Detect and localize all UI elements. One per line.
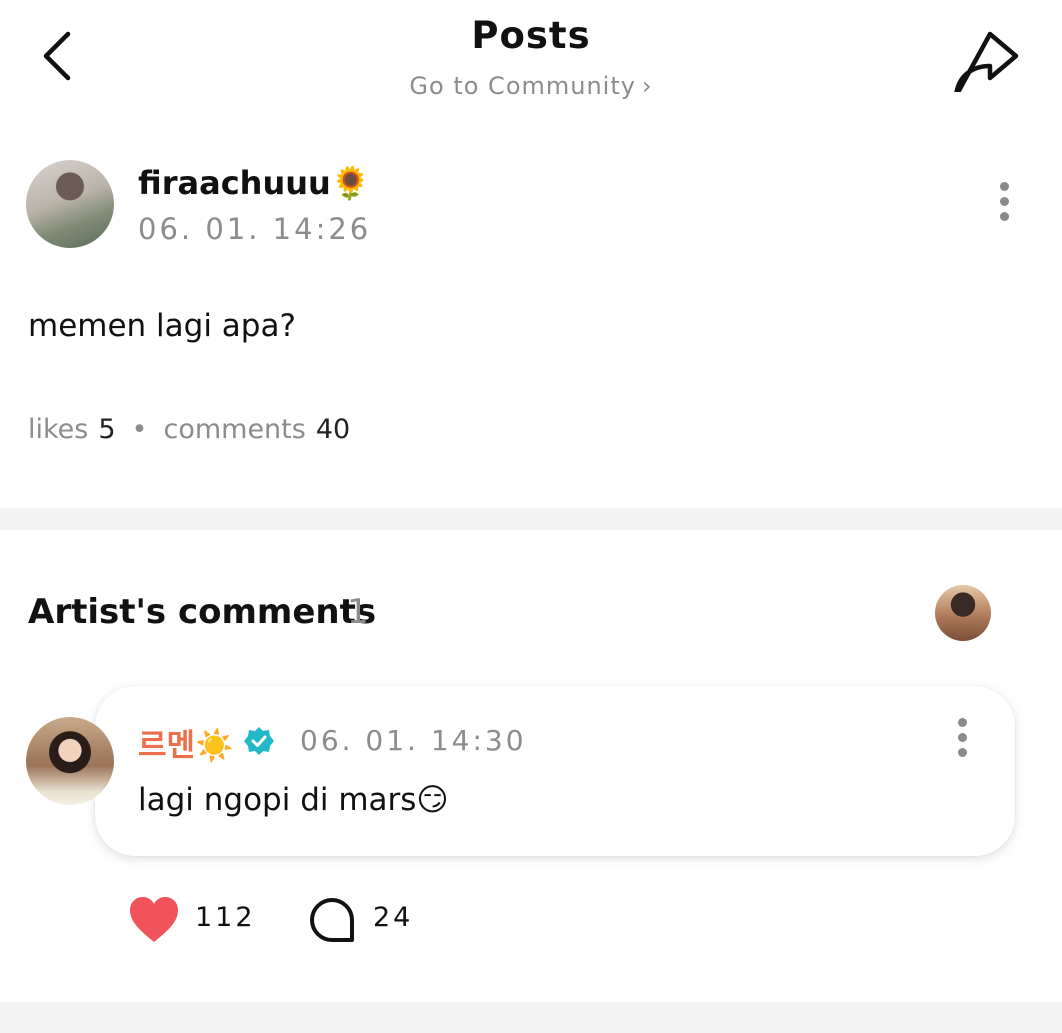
go-to-community-label: Go to Community: [409, 72, 636, 100]
share-arrow-icon: [953, 31, 1019, 99]
share-button[interactable]: [948, 22, 1024, 99]
artist-comments-heading: Artist's comments: [28, 592, 377, 632]
post-author-avatar[interactable]: [26, 160, 114, 248]
speech-bubble-icon: [310, 898, 354, 942]
section-divider: [0, 508, 1062, 530]
artist-comment-bubble: [95, 686, 1015, 856]
more-dot: [957, 748, 967, 757]
heart-icon: [130, 897, 178, 942]
reply-button[interactable]: [308, 896, 356, 944]
like-count: 112: [195, 902, 256, 933]
chevron-right-icon: ›: [641, 72, 653, 100]
artist-comment-avatar[interactable]: [26, 717, 114, 805]
artist-comments-count: 1: [347, 592, 369, 632]
more-dot: [999, 182, 1009, 191]
comments-label: comments: [163, 414, 306, 445]
reply-count: 24: [373, 902, 414, 933]
more-dot: [999, 197, 1009, 206]
artist-comment-timestamp: 06. 01. 14:30: [300, 724, 527, 757]
more-dot: [999, 212, 1009, 221]
post-body-text: memen lagi apa?: [28, 308, 296, 344]
post-timestamp: 06. 01. 14:26: [138, 212, 372, 246]
likes-label: likes: [28, 414, 89, 445]
artist-avatar-small[interactable]: [935, 585, 991, 641]
more-dot: [957, 733, 967, 742]
stats-separator: •: [131, 414, 148, 445]
artist-comment-text: lagi ngopi di mars😏: [138, 782, 449, 818]
top-bar: Posts Go to Community ›: [0, 0, 1062, 120]
post-more-options-button[interactable]: [989, 176, 1019, 236]
like-button[interactable]: [128, 895, 180, 945]
more-dot: [957, 718, 967, 727]
comments-count: 40: [315, 414, 351, 445]
go-to-community-link[interactable]: Go to Community ›: [0, 72, 1062, 100]
comment-more-options-button[interactable]: [947, 712, 977, 772]
verified-badge-icon: [244, 727, 274, 755]
page-title: Posts: [471, 14, 591, 57]
artist-comment-author[interactable]: 르멘☀️: [138, 720, 234, 765]
likes-count: 5: [98, 414, 116, 445]
post-author-name[interactable]: firaachuuu🌻: [138, 164, 371, 202]
post-stats: likes 5 • comments 40: [28, 414, 350, 445]
bottom-divider: [0, 1002, 1062, 1033]
